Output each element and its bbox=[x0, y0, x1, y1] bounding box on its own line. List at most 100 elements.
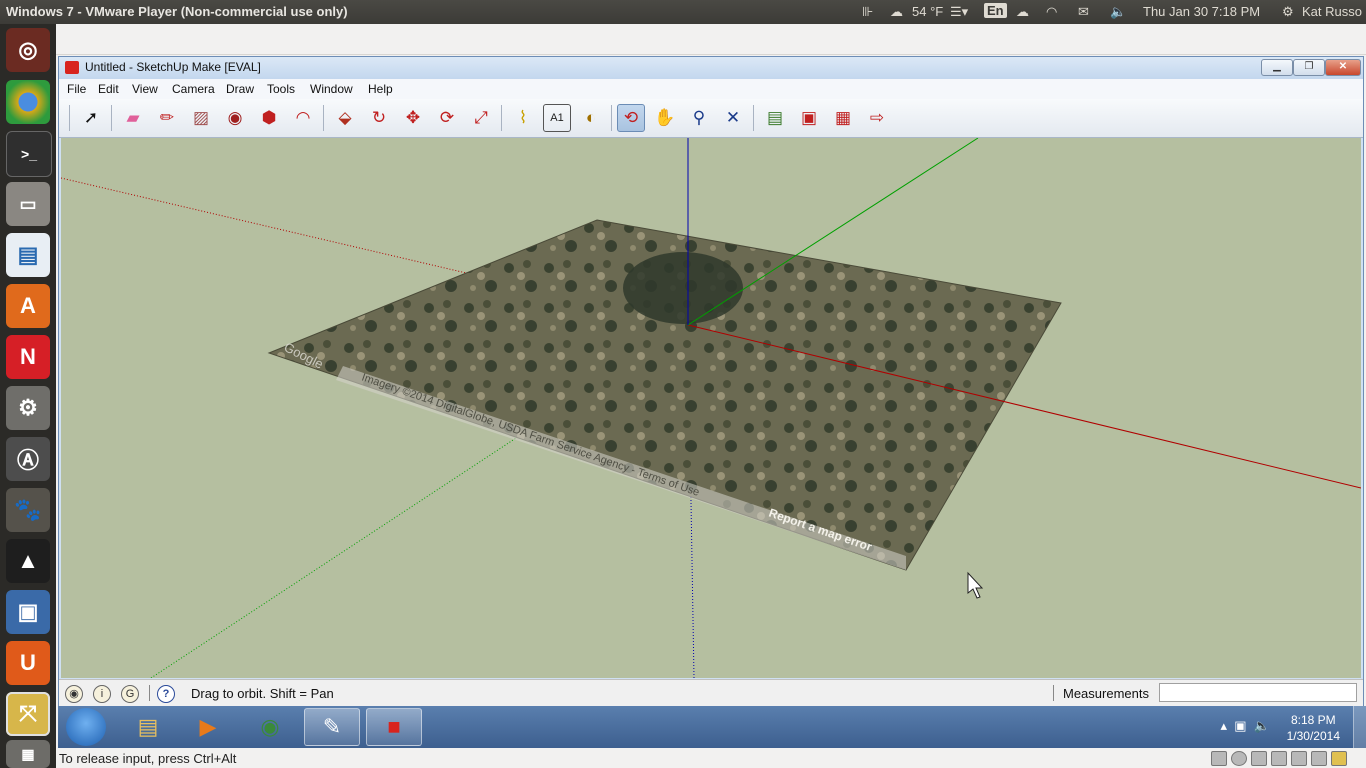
network-indicator-icon[interactable]: ⊪ bbox=[862, 4, 873, 20]
add-location-tool-icon[interactable]: ▤ bbox=[761, 104, 789, 132]
measurements-input[interactable] bbox=[1159, 683, 1357, 702]
message-log-icon[interactable] bbox=[1331, 751, 1347, 766]
files-icon[interactable]: ▭ bbox=[6, 182, 50, 226]
circle-tool-icon[interactable]: ◉ bbox=[221, 104, 249, 132]
rotate-tool-icon[interactable]: ⟳ bbox=[433, 104, 461, 132]
menu-indicator-icon[interactable]: ☰▾ bbox=[950, 4, 968, 20]
chrome-icon[interactable] bbox=[6, 80, 50, 124]
show-desktop-button[interactable] bbox=[1353, 706, 1366, 748]
explorer-taskbar-icon[interactable]: ▤ bbox=[120, 708, 176, 746]
gimp-icon[interactable]: 🐾 bbox=[6, 488, 50, 532]
windows-start-button[interactable] bbox=[66, 708, 106, 746]
status-hint: Drag to orbit. Shift = Pan bbox=[191, 686, 334, 701]
menu-edit[interactable]: Edit bbox=[98, 82, 119, 96]
menu-file[interactable]: File bbox=[67, 82, 86, 96]
scale-tool-icon[interactable]: ⤢ bbox=[467, 104, 495, 132]
maximize-button[interactable]: ❐ bbox=[1293, 59, 1325, 76]
vmware-window-title: Windows 7 - VMware Player (Non-commercia… bbox=[6, 4, 348, 19]
network-adapter-icon[interactable] bbox=[1251, 751, 1267, 766]
instructor-help-icon[interactable]: ? bbox=[157, 685, 175, 703]
ubuntu-dash-icon[interactable]: ◎ bbox=[6, 28, 50, 72]
taskbar-time: 8:18 PM bbox=[1290, 713, 1336, 727]
system-settings-icon[interactable]: ⚙ bbox=[6, 386, 50, 430]
vmware-player-icon[interactable]: ⤧ bbox=[6, 692, 50, 736]
arc-tool-icon[interactable]: ◠ bbox=[289, 104, 317, 132]
close-button[interactable]: ✕ bbox=[1325, 59, 1361, 76]
rectangle-tool-icon[interactable]: ▨ bbox=[187, 104, 215, 132]
minimize-button[interactable]: ▁ bbox=[1261, 59, 1293, 76]
terrain-shadow-area bbox=[623, 252, 743, 324]
measurements-label: Measurements bbox=[1063, 686, 1149, 701]
modeling-viewport[interactable]: Google Imagery ©2014 DigitalGlobe, USDA … bbox=[61, 138, 1361, 678]
chrome-taskbar-icon[interactable]: ◉ bbox=[242, 708, 298, 746]
user-name[interactable]: Kat Russo bbox=[1302, 4, 1362, 19]
update-manager-icon[interactable]: Ⓐ bbox=[6, 437, 50, 481]
keyboard-layout[interactable]: En bbox=[984, 3, 1007, 18]
pencil-tool-icon[interactable]: ✏ bbox=[153, 104, 181, 132]
usb-icon[interactable] bbox=[1271, 751, 1287, 766]
text-tool-icon[interactable]: A1 bbox=[543, 104, 571, 132]
sound-card-icon[interactable] bbox=[1311, 751, 1327, 766]
volume-icon[interactable]: 🔈 bbox=[1110, 4, 1126, 20]
share-model-tool-icon[interactable]: ⇨ bbox=[863, 104, 891, 132]
orbit-tool-icon[interactable]: ⟲ bbox=[617, 104, 645, 132]
toolbar: ➚ ▰ ✏ ▨ ◉ ⬢ ◠ ⬙ ↻ ✥ ⟳ ⤢ ⌇ A1 ◐ ⟲ ✋ ⚲ ✕ ▤… bbox=[59, 99, 1363, 138]
pan-tool-icon[interactable]: ✋ bbox=[651, 104, 679, 132]
windows-taskbar: ▤ ▶ ◉ ✎ ■ ▴ ▣ 🔈 8:18 PM 1/30/2014 bbox=[58, 706, 1366, 748]
sketchup-app-icon[interactable] bbox=[65, 61, 79, 74]
geo-location-icon[interactable]: ◉ bbox=[65, 685, 83, 703]
push-pull-tool-icon[interactable]: ⬙ bbox=[331, 104, 359, 132]
menu-help[interactable]: Help bbox=[368, 82, 393, 96]
software-center-icon[interactable]: A bbox=[6, 284, 50, 328]
follow-me-tool-icon[interactable]: ↻ bbox=[365, 104, 393, 132]
eraser-tool-icon[interactable]: ▰ bbox=[119, 104, 147, 132]
menu-draw[interactable]: Draw bbox=[226, 82, 254, 96]
sketchup-make-taskbar-icon[interactable]: ■ bbox=[366, 708, 422, 746]
menu-camera[interactable]: Camera bbox=[172, 82, 215, 96]
ubuntu-top-panel: Windows 7 - VMware Player (Non-commercia… bbox=[0, 0, 1366, 24]
credits-icon[interactable]: i bbox=[93, 685, 111, 703]
workspace-switcher-icon[interactable]: ▦ bbox=[6, 740, 50, 768]
sketchup-taskbar-icon[interactable]: ✎ bbox=[304, 708, 360, 746]
temperature[interactable]: 54 °F bbox=[912, 4, 943, 19]
hard-disk-icon[interactable] bbox=[1211, 751, 1227, 766]
writer-icon[interactable]: ▤ bbox=[6, 233, 50, 277]
viewport-scene[interactable]: Google Imagery ©2014 DigitalGlobe, USDA … bbox=[61, 138, 1361, 678]
unity-launcher: ◎ >_ ▭ ▤ A N ⚙ Ⓐ 🐾 ▲ ▣ U ⤧ ▦ bbox=[0, 24, 56, 768]
extension-warehouse-tool-icon[interactable]: ▦ bbox=[829, 104, 857, 132]
cloud-icon[interactable]: ☁ bbox=[1016, 4, 1029, 20]
3d-warehouse-tool-icon[interactable]: ▣ bbox=[795, 104, 823, 132]
terminal-icon[interactable]: >_ bbox=[6, 131, 52, 177]
sketchup-titlebar[interactable]: Untitled - SketchUp Make [EVAL] ▁ ❐ ✕ bbox=[59, 57, 1363, 79]
mouse-cursor-icon bbox=[967, 571, 984, 599]
netflix-icon[interactable]: N bbox=[6, 335, 50, 379]
printer-icon[interactable] bbox=[1291, 751, 1307, 766]
vmware-status-bar: To release input, press Ctrl+Alt bbox=[56, 748, 1366, 768]
cd-drive-icon[interactable] bbox=[1231, 751, 1247, 766]
shotwell-icon[interactable]: ▣ bbox=[6, 590, 50, 634]
weather-icon[interactable]: ☁ bbox=[890, 4, 903, 20]
menu-tools[interactable]: Tools bbox=[267, 82, 295, 96]
paint-bucket-tool-icon[interactable]: ◐ bbox=[577, 104, 605, 132]
mail-icon[interactable]: ✉ bbox=[1078, 4, 1089, 20]
zoom-tool-icon[interactable]: ⚲ bbox=[685, 104, 713, 132]
inkscape-icon[interactable]: ▲ bbox=[6, 539, 50, 583]
sketchup-window-title: Untitled - SketchUp Make [EVAL] bbox=[85, 60, 261, 74]
select-tool-icon[interactable]: ➚ bbox=[77, 104, 105, 132]
clock[interactable]: Thu Jan 30 7:18 PM bbox=[1143, 4, 1260, 19]
menu-window[interactable]: Window bbox=[310, 82, 353, 96]
move-tool-icon[interactable]: ✥ bbox=[399, 104, 427, 132]
ubuntu-one-icon[interactable]: U bbox=[6, 641, 50, 685]
sketchup-window: Untitled - SketchUp Make [EVAL] ▁ ❐ ✕ Fi… bbox=[58, 56, 1364, 706]
zoom-extents-tool-icon[interactable]: ✕ bbox=[719, 104, 747, 132]
polygon-tool-icon[interactable]: ⬢ bbox=[255, 104, 283, 132]
wifi-icon[interactable]: ◠ bbox=[1046, 4, 1057, 20]
taskbar-clock[interactable]: 8:18 PM 1/30/2014 bbox=[1287, 712, 1340, 744]
tape-measure-tool-icon[interactable]: ⌇ bbox=[509, 104, 537, 132]
menu-view[interactable]: View bbox=[132, 82, 158, 96]
system-tray[interactable]: ▴ ▣ 🔈 bbox=[1221, 718, 1270, 734]
menu-bar: File Edit View Camera Draw Tools Window … bbox=[59, 79, 1363, 99]
user-account-icon[interactable]: G bbox=[121, 685, 139, 703]
gear-icon[interactable]: ⚙ bbox=[1282, 4, 1294, 20]
media-player-taskbar-icon[interactable]: ▶ bbox=[180, 708, 236, 746]
